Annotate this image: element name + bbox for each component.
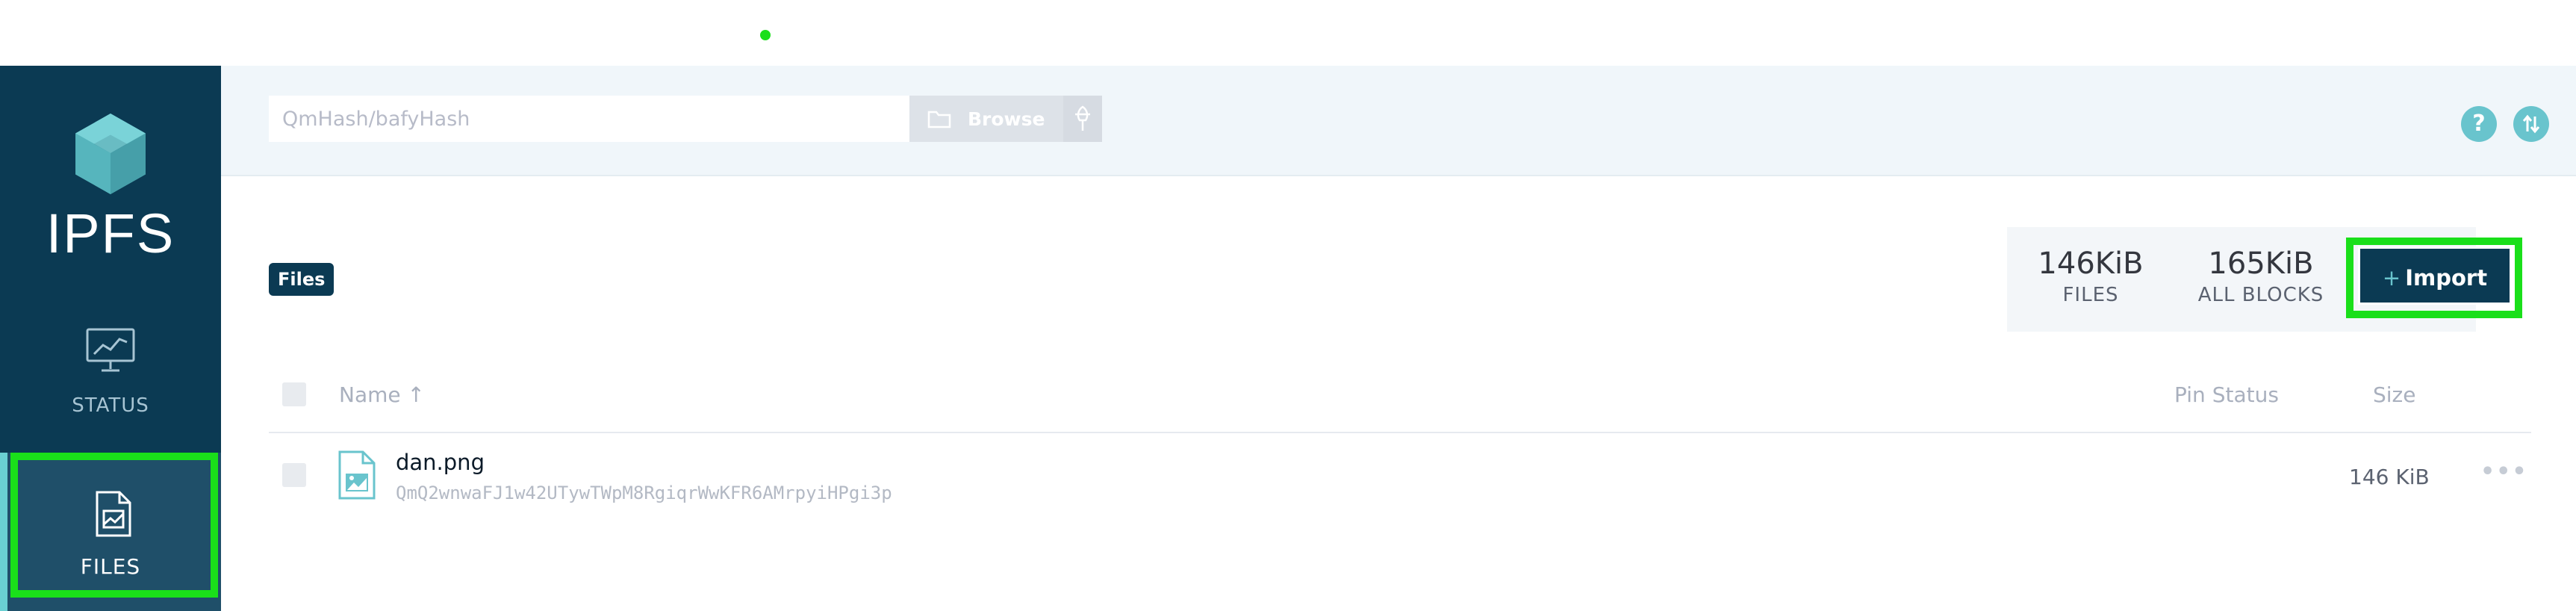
help-icon[interactable]: ?	[2461, 106, 2497, 142]
more-dots-icon[interactable]: •••	[2480, 461, 2528, 483]
stat-blocks-value: 165KiB	[2208, 246, 2314, 281]
stat-blocks-label: ALL BLOCKS	[2197, 284, 2324, 306]
files-table: Name ↑ Pin Status Size dan.png QmQ2wnwaF…	[269, 366, 2531, 515]
import-button-label: Import	[2405, 265, 2488, 291]
header-bar: Browse ?	[221, 66, 2576, 176]
search-input[interactable]	[269, 96, 909, 142]
column-header-size[interactable]: Size	[2373, 382, 2415, 407]
swap-arrows-icon[interactable]	[2513, 106, 2549, 142]
select-all-checkbox[interactable]	[282, 382, 306, 406]
recording-indicator-dot	[760, 30, 771, 40]
breadcrumb-files-badge[interactable]: Files	[269, 263, 335, 296]
table-header: Name ↑ Pin Status Size	[269, 366, 2531, 433]
column-header-name[interactable]: Name ↑	[339, 382, 425, 407]
swap-arrows-glyph	[2522, 114, 2540, 134]
image-file-icon	[338, 450, 376, 500]
active-indicator	[0, 453, 7, 611]
import-button[interactable]: + Import	[2358, 246, 2512, 305]
app-logo-text: IPFS	[46, 202, 175, 264]
chart-monitor-icon	[86, 328, 135, 372]
sidebar: IPFS STATUS FILES	[0, 66, 221, 611]
sidebar-item-status-label: STATUS	[72, 394, 149, 417]
stat-files: 146KiB FILES	[2025, 246, 2156, 306]
pin-icon	[1075, 105, 1090, 131]
file-cid: QmQ2wnwaFJ1w42UTywTWpM8RgiqrWwKFR6AMrpyi…	[396, 483, 892, 503]
folder-icon	[927, 111, 951, 128]
pin-button[interactable]	[1063, 96, 1102, 142]
column-header-pin-status: Pin Status	[2174, 382, 2279, 407]
sidebar-item-files[interactable]: FILES	[0, 453, 221, 611]
file-name[interactable]: dan.png	[396, 450, 485, 475]
sidebar-item-files-label: FILES	[80, 554, 141, 579]
table-row[interactable]: dan.png QmQ2wnwaFJ1w42UTywTWpM8RgiqrWwKF…	[269, 433, 2531, 515]
stat-files-label: FILES	[2062, 284, 2119, 306]
ipfs-cube-icon[interactable]	[72, 112, 149, 196]
file-size: 146 KiB	[2349, 465, 2430, 489]
top-bar	[0, 0, 2576, 66]
stat-files-value: 146KiB	[2038, 246, 2144, 281]
row-checkbox[interactable]	[282, 463, 306, 487]
file-document-icon	[96, 491, 131, 537]
plus-icon: +	[2382, 265, 2401, 291]
browse-button-label: Browse	[968, 108, 1045, 130]
browse-button[interactable]: Browse	[909, 96, 1063, 142]
stat-all-blocks: 165KiB ALL BLOCKS	[2173, 246, 2349, 306]
help-glyph: ?	[2472, 111, 2486, 137]
